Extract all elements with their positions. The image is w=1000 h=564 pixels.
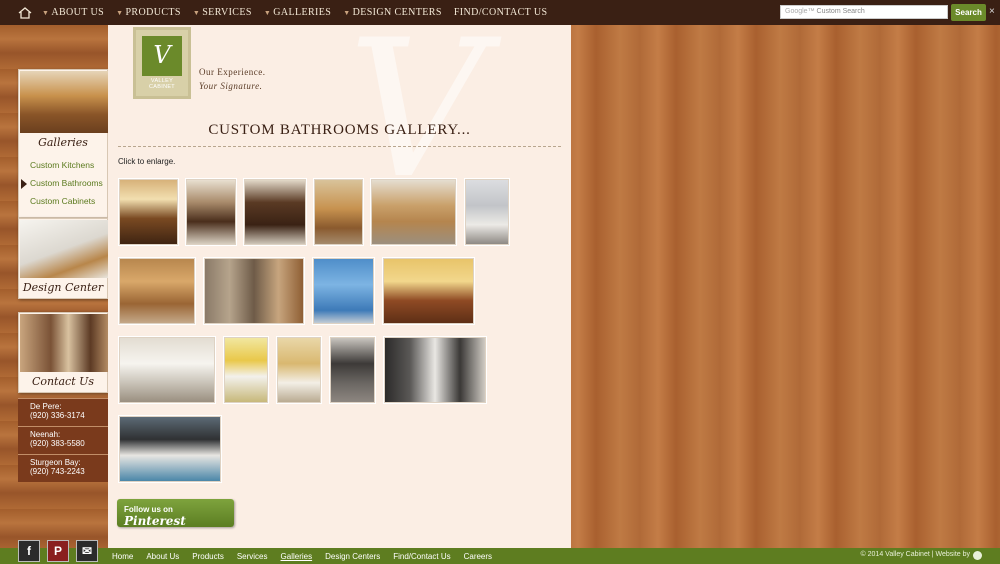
gallery-thumbnail[interactable] (119, 179, 178, 245)
gallery-thumbnail[interactable] (330, 337, 375, 403)
gallery-thumbnail[interactable] (465, 179, 509, 245)
watermark-v: V (348, 25, 486, 220)
gallery-thumbnail[interactable] (119, 416, 221, 482)
title-divider (118, 146, 561, 147)
design-center-photo (20, 220, 108, 278)
click-to-enlarge-text: Click to enlarge. (118, 157, 176, 166)
sidebar-item-custom-bathrooms[interactable]: Custom Bathrooms (19, 175, 107, 193)
gallery-thumbnail[interactable] (313, 258, 374, 324)
phone-de-pere: De Pere: (920) 336-3174 (18, 398, 108, 426)
gallery-thumbnail[interactable] (186, 179, 236, 245)
main-content: V V VALLEY CABINET Our Experience. Your … (108, 25, 571, 548)
footer-link-services[interactable]: Services (237, 552, 268, 561)
footer: Home About Us Products Services Gallerie… (0, 548, 1000, 564)
phone-sturgeon-bay: Sturgeon Bay: (920) 743-2243 (18, 454, 108, 482)
valley-cabinet-logo[interactable]: V VALLEY CABINET (133, 27, 191, 99)
gallery-thumbnail[interactable] (119, 337, 215, 403)
nav-about-us[interactable]: ▼ About Us (42, 7, 104, 18)
contact-label: Contact Us (31, 375, 95, 388)
pinterest-follow-button[interactable]: Follow us on Pinterest (117, 499, 234, 528)
gallery-thumbnail[interactable] (204, 258, 304, 324)
gallery-thumbnail[interactable] (383, 258, 474, 324)
sidebar-item-custom-kitchens[interactable]: Custom Kitchens (19, 157, 107, 175)
gallery-thumbnail[interactable] (224, 337, 268, 403)
tagline: Our Experience. Your Signature. (199, 67, 266, 91)
copyright-text: © 2014 Valley Cabinet | Website by (860, 551, 970, 558)
contact-card[interactable]: Contact Us (18, 312, 108, 393)
logo-mark: V (142, 36, 182, 76)
nav-galleries[interactable]: ▼ Galleries (264, 7, 331, 18)
gallery-thumbnail[interactable] (244, 179, 306, 245)
phone-list: De Pere: (920) 336-3174 Neenah: (920) 38… (18, 398, 108, 482)
footer-link-design-centers[interactable]: Design Centers (325, 552, 380, 561)
nav-find-contact-us[interactable]: Find/Contact Us (454, 7, 548, 18)
facebook-icon[interactable]: f (18, 540, 40, 562)
close-icon[interactable]: × (989, 6, 995, 17)
galleries-label: Galleries (38, 136, 88, 149)
gallery-links: Custom Kitchens Custom Bathrooms Custom … (19, 153, 107, 217)
gallery-thumbnail[interactable] (277, 337, 321, 403)
gallery-thumbnail[interactable] (371, 179, 456, 245)
email-news-icon[interactable]: ✉ (76, 540, 98, 562)
footer-link-home[interactable]: Home (112, 552, 133, 561)
search-button[interactable]: Search (951, 4, 986, 21)
sidebar-item-custom-cabinets[interactable]: Custom Cabinets (19, 193, 107, 211)
pinterest-icon[interactable]: P (47, 540, 69, 562)
design-center-label: Design Center (22, 281, 104, 294)
footer-link-find-contact-us[interactable]: Find/Contact Us (393, 552, 450, 561)
page-title: Custom Bathrooms Gallery... (208, 122, 471, 138)
home-icon[interactable] (18, 6, 32, 19)
galleries-card[interactable]: Galleries Custom Kitchens Custom Bathroo… (18, 69, 108, 218)
phone-neenah: Neenah: (920) 383-5580 (18, 426, 108, 454)
nav-products[interactable]: ▼ Products (116, 7, 181, 18)
footer-link-products[interactable]: Products (192, 552, 224, 561)
design-center-card[interactable]: Design Center (18, 218, 108, 299)
footer-link-galleries[interactable]: Galleries (281, 552, 313, 561)
contact-photo (20, 314, 108, 372)
search-brand: Google™ (785, 8, 815, 15)
footer-link-careers[interactable]: Careers (464, 552, 492, 561)
nav-design-centers[interactable]: ▼ Design Centers (343, 7, 442, 18)
footer-link-about-us[interactable]: About Us (146, 552, 179, 561)
web-designer-icon[interactable] (973, 551, 982, 560)
gallery-thumbnail[interactable] (314, 179, 363, 245)
search-input[interactable]: Google™ Custom Search (780, 5, 948, 19)
gallery-thumbnail[interactable] (384, 337, 486, 403)
gallery-thumbnail[interactable] (119, 258, 195, 324)
galleries-photo (20, 71, 108, 133)
nav-services[interactable]: ▼ Services (193, 7, 252, 18)
